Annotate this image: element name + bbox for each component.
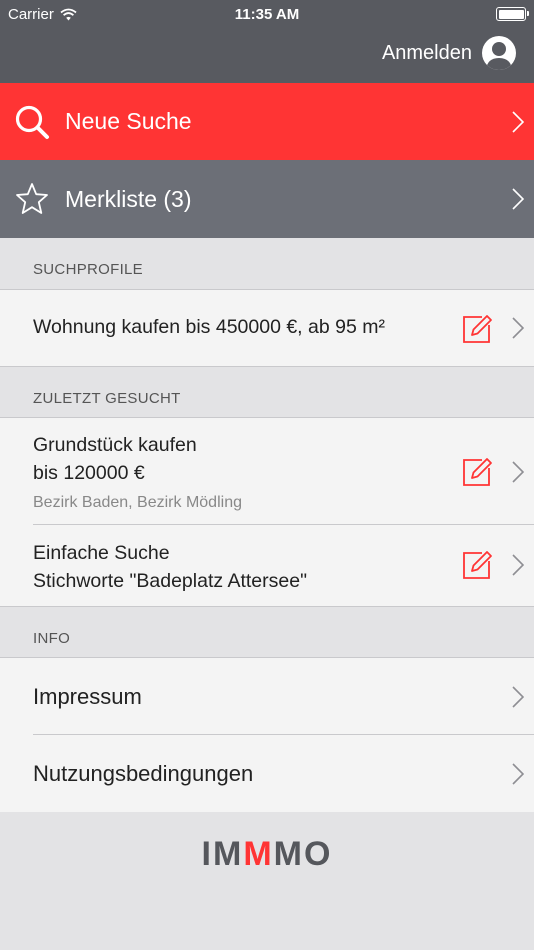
- imprint-item[interactable]: Impressum: [0, 658, 534, 735]
- edit-icon[interactable]: [460, 454, 494, 488]
- recent-search-location: Bezirk Baden, Bezirk Mödling: [33, 494, 242, 511]
- footer: IMMMO: [0, 812, 534, 950]
- section-header-profiles: SUCHPROFILE: [0, 238, 534, 289]
- watchlist-label: Merkliste (3): [65, 185, 192, 212]
- recent-search-line2: Stichworte "Badeplatz Attersee": [33, 570, 307, 592]
- status-time: 11:35 AM: [234, 6, 300, 23]
- search-profile-title: Wohnung kaufen bis 450000 €, ab 95 m²: [33, 316, 385, 338]
- imprint-label: Impressum: [33, 684, 142, 709]
- search-icon: [15, 105, 49, 139]
- terms-label: Nutzungsbedingungen: [33, 761, 254, 786]
- user-avatar-icon: [482, 36, 516, 70]
- new-search-button[interactable]: Neue Suche: [0, 83, 534, 160]
- section-header-recent: ZULETZT GESUCHT: [0, 367, 534, 418]
- terms-item[interactable]: Nutzungsbedingungen: [0, 735, 534, 812]
- edit-icon[interactable]: [460, 311, 494, 345]
- section-header-info: INFO: [0, 607, 534, 658]
- chevron-right-icon: [512, 110, 524, 133]
- chevron-right-icon: [512, 188, 524, 210]
- recent-search-line2: bis 120000 €: [33, 462, 145, 484]
- chevron-right-icon: [512, 554, 524, 576]
- chevron-right-icon: [512, 461, 524, 483]
- chevron-right-icon: [512, 317, 524, 339]
- immmo-logo: IMMMO: [201, 835, 333, 873]
- login-label: Anmelden: [381, 41, 472, 64]
- login-button[interactable]: Anmelden: [382, 36, 516, 70]
- nav-bar: Anmelden: [0, 30, 534, 83]
- new-search-label: Neue Suche: [65, 108, 192, 134]
- recent-search-line1: Einfache Suche: [33, 542, 170, 564]
- chevron-right-icon: [512, 763, 524, 785]
- edit-icon[interactable]: [460, 547, 494, 581]
- search-profile-item[interactable]: Wohnung kaufen bis 450000 €, ab 95 m²: [0, 290, 534, 367]
- battery-icon: [496, 7, 529, 21]
- watchlist-button[interactable]: Merkliste (3): [0, 160, 534, 238]
- star-icon: [16, 183, 48, 214]
- chevron-right-icon: [512, 686, 524, 708]
- recent-search-item[interactable]: Grundstück kaufen bis 120000 € Bezirk Ba…: [0, 418, 534, 525]
- status-bar: Carrier 11:35 AM: [0, 0, 534, 30]
- recent-search-item[interactable]: Einfache Suche Stichworte "Badeplatz Att…: [0, 525, 534, 606]
- recent-search-line1: Grundstück kaufen: [33, 434, 197, 456]
